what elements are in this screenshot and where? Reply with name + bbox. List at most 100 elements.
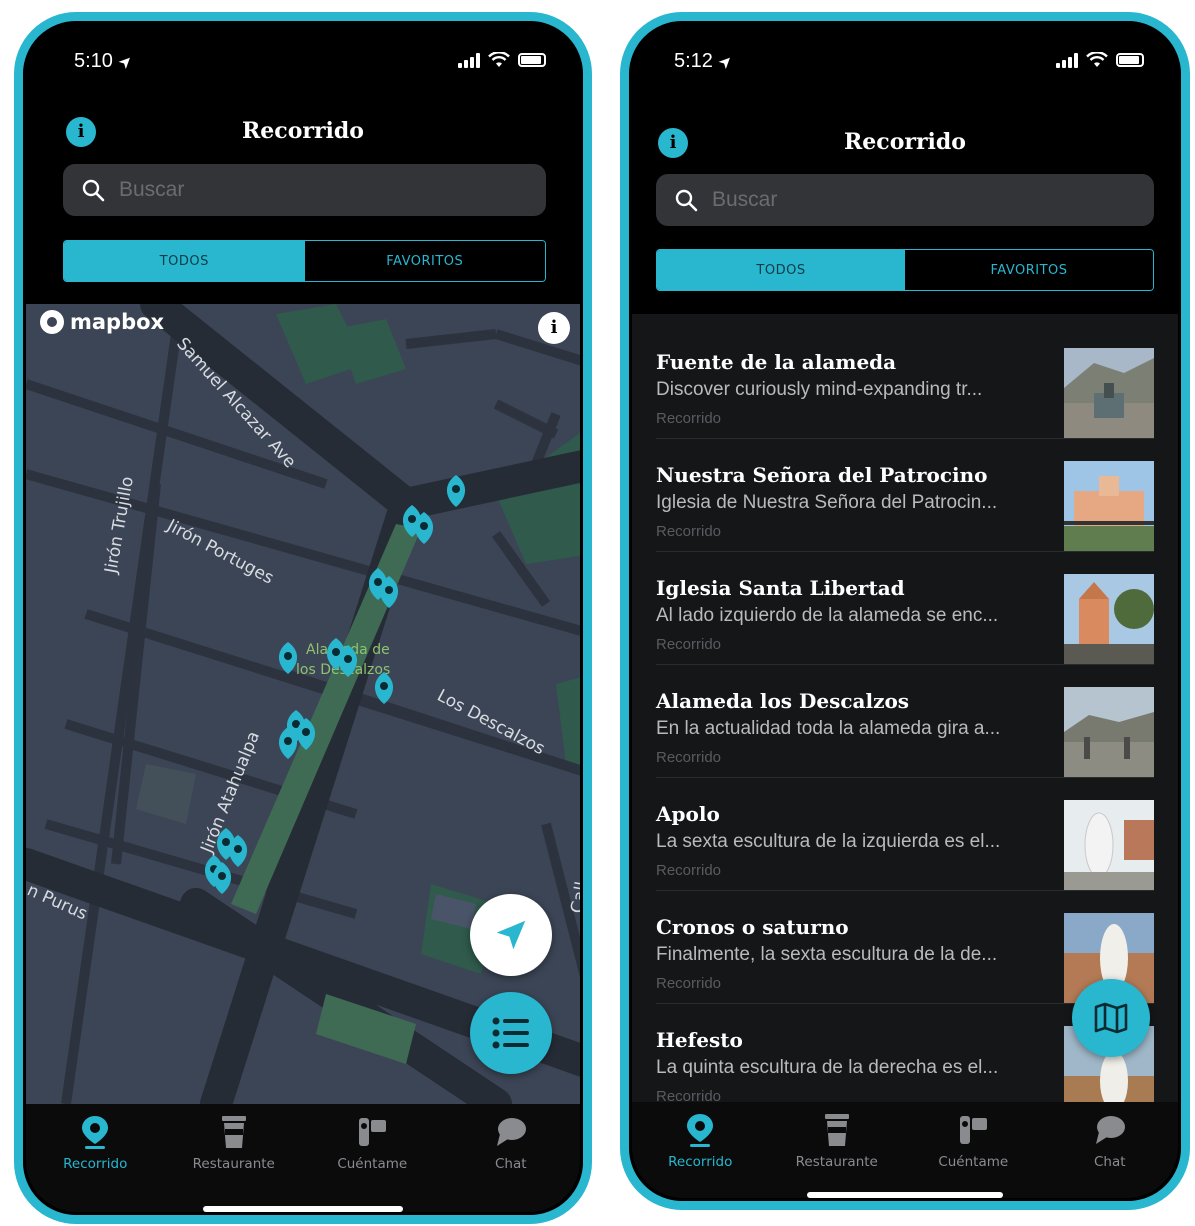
- map-pin-icon: [82, 1116, 109, 1149]
- item-description: La quinta escultura de la derecha es el.…: [656, 1057, 999, 1078]
- search-input[interactable]: [712, 188, 1096, 212]
- tab-recorrido[interactable]: Recorrido: [26, 1104, 165, 1212]
- item-description: Al lado izquierdo de la alameda se enc..…: [656, 605, 999, 626]
- tab-chat[interactable]: Chat: [442, 1104, 581, 1212]
- map-icon: [1094, 1002, 1128, 1034]
- video-camera-icon: [960, 1116, 988, 1144]
- search-icon: [675, 189, 698, 212]
- tab-favoritos[interactable]: FAVORITOS: [905, 250, 1153, 290]
- list-icon: [492, 1017, 529, 1049]
- places-list[interactable]: Fuente de la alameda Discover curiously …: [632, 314, 1178, 1102]
- screen: 5:12➤ i Recorrido TODOS FAVORITOS Fuente…: [629, 21, 1181, 1201]
- tab-label: Recorrido: [63, 1156, 128, 1172]
- location-arrow-icon: ➤: [115, 51, 137, 74]
- item-category: Recorrido: [656, 523, 722, 540]
- tab-cuentame[interactable]: Cuéntame: [905, 1102, 1042, 1198]
- item-thumbnail: [1064, 687, 1154, 777]
- item-description: En la actualidad toda la alameda gira a.…: [656, 718, 1001, 739]
- item-thumbnail: [1064, 461, 1154, 551]
- tab-todos[interactable]: TODOS: [64, 241, 305, 281]
- item-category: Recorrido: [656, 636, 722, 653]
- map-canvas: Samuel Alcazar Ave Jirón Trujillo Jirón …: [26, 304, 580, 1104]
- screen: 5:10➤ i Recorrido TODOS FAVORITOS: [23, 21, 583, 1215]
- signal-icon: [1056, 52, 1078, 68]
- item-title: Apolo: [656, 802, 720, 826]
- item-category: Recorrido: [656, 1088, 722, 1102]
- battery-icon: [1116, 53, 1144, 67]
- list-item[interactable]: Fuente de la alameda Discover curiously …: [656, 326, 1154, 439]
- street-label-call: Call: [567, 880, 580, 915]
- list-view-button[interactable]: [470, 992, 552, 1074]
- signal-icon: [458, 52, 480, 68]
- wifi-icon: [1086, 52, 1108, 67]
- search-input[interactable]: [119, 178, 491, 202]
- tab-label: Chat: [494, 1156, 527, 1172]
- bottom-tab-bar: Recorrido Restaurante Cuéntame Chat: [632, 1102, 1179, 1198]
- map-pin-icon: [687, 1114, 714, 1147]
- status-icons: [458, 52, 546, 68]
- tab-cuentame[interactable]: Cuéntame: [303, 1104, 442, 1212]
- battery-icon: [518, 53, 546, 67]
- search-bar[interactable]: [656, 174, 1154, 226]
- tab-chat[interactable]: Chat: [1042, 1102, 1179, 1198]
- navigation-arrow-icon: [496, 920, 526, 950]
- tab-label: Restaurante: [192, 1156, 275, 1172]
- status-bar: 5:12 ➤: [674, 50, 1144, 76]
- tab-label: Recorrido: [668, 1154, 733, 1170]
- item-title: Nuestra Señora del Patrocino: [656, 463, 988, 487]
- tab-favoritos[interactable]: FAVORITOS: [304, 241, 545, 281]
- time-text: 5:12: [674, 50, 713, 72]
- home-indicator[interactable]: [807, 1192, 1003, 1198]
- chat-bubble-icon: [1095, 1116, 1125, 1144]
- item-thumbnail: [1064, 800, 1154, 890]
- tab-recorrido[interactable]: Recorrido: [632, 1102, 769, 1198]
- tab-restaurante[interactable]: Restaurante: [769, 1102, 906, 1198]
- tab-label: Restaurante: [795, 1154, 878, 1170]
- tab-restaurante[interactable]: Restaurante: [165, 1104, 304, 1212]
- item-thumbnail: [1064, 348, 1154, 438]
- page-title: Recorrido: [844, 129, 966, 155]
- tab-label: Chat: [1093, 1154, 1126, 1170]
- map-view-button[interactable]: [1072, 979, 1150, 1057]
- map-attribution-icon[interactable]: i: [538, 312, 570, 344]
- item-description: Discover curiously mind-expanding tr...: [656, 379, 983, 400]
- list-item[interactable]: Cronos o saturno Finalmente, la sexta es…: [656, 891, 1154, 1004]
- map-view[interactable]: Samuel Alcazar Ave Jirón Trujillo Jirón …: [26, 304, 580, 1104]
- list-item[interactable]: Iglesia Santa Libertad Al lado izquierdo…: [656, 552, 1154, 665]
- item-category: Recorrido: [656, 862, 722, 879]
- street-label-trujillo: Jirón Trujillo: [101, 475, 138, 576]
- search-icon: [82, 179, 105, 202]
- item-title: Cronos o saturno: [656, 915, 849, 939]
- home-indicator[interactable]: [203, 1206, 403, 1212]
- item-title: Iglesia Santa Libertad: [656, 576, 905, 600]
- item-title: Hefesto: [656, 1028, 743, 1052]
- item-description: Finalmente, la sexta escultura de la de.…: [656, 944, 998, 965]
- mapbox-logo-icon: [40, 310, 64, 334]
- locate-me-button[interactable]: [470, 894, 552, 976]
- wifi-icon: [488, 52, 510, 67]
- list-item[interactable]: Alameda los Descalzos En la actualidad t…: [656, 665, 1154, 778]
- list-item[interactable]: Nuestra Señora del Patrocino Iglesia de …: [656, 439, 1154, 552]
- item-category: Recorrido: [656, 975, 722, 992]
- status-bar: 5:10 ➤: [74, 50, 546, 76]
- status-time: 5:10 ➤: [74, 50, 137, 73]
- status-time: 5:12 ➤: [674, 50, 737, 73]
- list-item[interactable]: Apolo La sexta escultura de la izquierda…: [656, 778, 1154, 891]
- coffee-cup-icon: [824, 1114, 849, 1146]
- chat-bubble-icon: [496, 1118, 526, 1146]
- page-title: Recorrido: [242, 118, 364, 144]
- coffee-cup-icon: [221, 1116, 246, 1148]
- time-text: 5:10: [74, 50, 113, 72]
- tab-label: Cuéntame: [938, 1154, 1009, 1170]
- mapbox-logo: mapbox: [40, 310, 164, 334]
- item-title: Alameda los Descalzos: [656, 689, 910, 713]
- search-bar[interactable]: [63, 164, 546, 216]
- video-camera-icon: [359, 1118, 387, 1146]
- phone-map-view: 5:10➤ i Recorrido TODOS FAVORITOS: [14, 12, 592, 1224]
- item-category: Recorrido: [656, 749, 722, 766]
- segmented-control: TODOS FAVORITOS: [656, 249, 1154, 291]
- item-description: La sexta escultura de la izquierda es el…: [656, 831, 1001, 852]
- bottom-tab-bar: Recorrido Restaurante Cuéntame Chat: [26, 1104, 581, 1212]
- street-label-descalzos: Los Descalzos: [434, 686, 549, 760]
- tab-todos[interactable]: TODOS: [657, 250, 905, 290]
